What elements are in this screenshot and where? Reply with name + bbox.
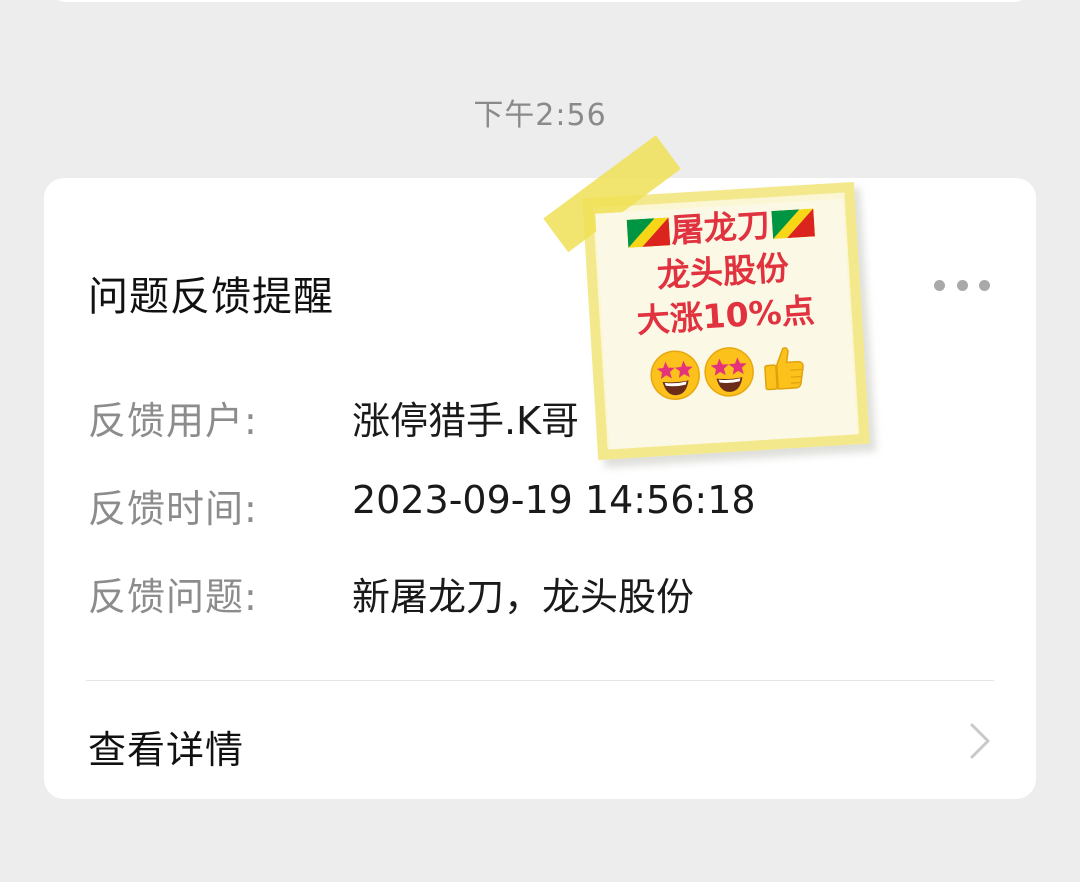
- feedback-user-label: 反馈用户:: [88, 399, 258, 443]
- feedback-reminder-card[interactable]: 问题反馈提醒 反馈用户: 涨停猎手.K哥 反馈时间: 2023-09-19 14…: [44, 178, 1036, 799]
- star-struck-icon: [650, 350, 700, 400]
- chevron-right-icon: [970, 723, 990, 759]
- congo-flag-icon: [626, 217, 670, 248]
- star-struck-icon: [704, 347, 754, 397]
- view-details-button[interactable]: 查看详情: [44, 681, 1036, 799]
- message-timestamp: 下午2:56: [473, 98, 607, 133]
- congo-flag-icon: [770, 208, 815, 240]
- feedback-time-label: 反馈时间:: [88, 487, 258, 531]
- thumbs-up-icon: [764, 347, 804, 391]
- previous-message-card: [48, 0, 1032, 2]
- view-details-label: 查看详情: [88, 728, 245, 772]
- sticky-note-sticker: 屠龙刀 龙头股份 大涨10%点: [543, 135, 877, 468]
- feedback-issue-value: 新屠龙刀，龙头股份: [352, 575, 695, 619]
- feedback-time-value: 2023-09-19 14:56:18: [352, 478, 756, 522]
- feedback-issue-label: 反馈问题:: [88, 575, 258, 619]
- sticky-emoji-row: [604, 338, 855, 405]
- more-dots-icon[interactable]: [934, 274, 990, 296]
- card-title: 问题反馈提醒: [88, 274, 334, 320]
- feedback-user-value: 涨停猎手.K哥: [352, 399, 579, 443]
